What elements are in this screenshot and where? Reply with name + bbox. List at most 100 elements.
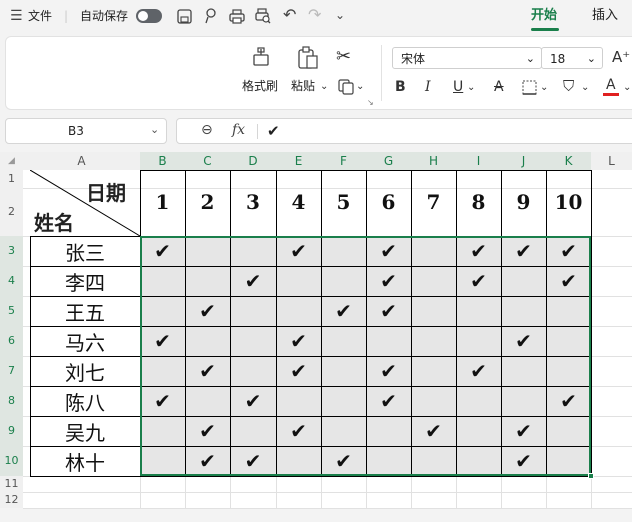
column-header-G[interactable]: G xyxy=(366,152,411,170)
person-name[interactable]: 吴九 xyxy=(30,418,140,448)
column-header-F[interactable]: F xyxy=(321,152,366,170)
table-border-horizontal xyxy=(140,170,591,171)
redo-icon[interactable]: ↷ xyxy=(308,7,321,23)
bold-icon[interactable]: B xyxy=(395,79,406,95)
header-date-label: 日期 xyxy=(86,181,126,205)
row-header-4[interactable]: 4 xyxy=(0,266,23,296)
menu-bar: ☰ 文件 | 自动保存 ↶ ↷ ⌄ 开始 插入 xyxy=(0,0,632,34)
person-name[interactable]: 张三 xyxy=(30,238,140,268)
formula-divider xyxy=(257,124,258,139)
table-border-vertical xyxy=(591,170,592,476)
chevron-down-icon: ⌄ xyxy=(586,52,596,65)
font-color-dropdown-icon[interactable]: ⌄ xyxy=(623,80,631,96)
date-number[interactable]: 2 xyxy=(185,190,230,214)
paste-dropdown-icon[interactable]: ⌄ xyxy=(320,79,328,95)
tab-home[interactable]: 开始 xyxy=(531,8,557,24)
row-header-9[interactable]: 9 xyxy=(0,416,23,446)
undo-icon[interactable]: ↶ xyxy=(283,7,296,23)
copy-icon[interactable] xyxy=(338,79,354,95)
column-header-K[interactable]: K xyxy=(546,152,591,170)
fill-handle[interactable] xyxy=(588,473,594,479)
gridline-horizontal xyxy=(23,492,632,493)
person-name[interactable]: 刘七 xyxy=(30,358,140,388)
paste-icon[interactable] xyxy=(297,46,319,70)
font-size-select[interactable]: 18 ⌄ xyxy=(541,47,603,69)
underline-dropdown-icon[interactable]: ⌄ xyxy=(467,80,475,96)
strikethrough-icon[interactable]: A xyxy=(494,79,504,95)
copy-dropdown-icon[interactable]: ⌄ xyxy=(356,79,364,95)
column-header-H[interactable]: H xyxy=(411,152,456,170)
row-header-2[interactable]: 2 xyxy=(0,188,23,236)
date-number[interactable]: 1 xyxy=(140,190,185,214)
column-header-I[interactable]: I xyxy=(456,152,501,170)
fill-color-icon[interactable]: ⛉ xyxy=(563,78,574,94)
column-header-E[interactable]: E xyxy=(276,152,321,170)
print-preview-icon[interactable] xyxy=(255,8,271,24)
borders-dropdown-icon[interactable]: ⌄ xyxy=(540,80,548,96)
save-icon[interactable] xyxy=(177,9,192,24)
zoom-formula-icon[interactable]: ⊖ xyxy=(201,122,213,138)
borders-icon[interactable] xyxy=(522,80,538,96)
column-header-D[interactable]: D xyxy=(230,152,276,170)
italic-icon[interactable]: I xyxy=(425,79,431,95)
date-number[interactable]: 7 xyxy=(411,190,456,214)
tab-insert[interactable]: 插入 xyxy=(592,8,618,24)
date-number[interactable]: 8 xyxy=(456,190,501,214)
fx-icon[interactable]: fx xyxy=(232,122,245,138)
column-header-C[interactable]: C xyxy=(185,152,230,170)
date-number[interactable]: 5 xyxy=(321,190,366,214)
row-header-11[interactable]: 11 xyxy=(0,476,23,492)
active-tab-indicator xyxy=(531,28,559,31)
hamburger-menu-icon[interactable]: ☰ xyxy=(10,8,23,24)
person-name[interactable]: 王五 xyxy=(30,298,140,328)
person-name[interactable]: 陈八 xyxy=(30,388,140,418)
paste-button[interactable]: 粘贴 xyxy=(291,79,315,93)
row-header-8[interactable]: 8 xyxy=(0,386,23,416)
increase-font-size-icon[interactable]: A⁺ xyxy=(612,49,630,65)
column-header-B[interactable]: B xyxy=(140,152,185,170)
column-header-A[interactable]: A xyxy=(23,152,140,170)
row-header-10[interactable]: 10 xyxy=(0,446,23,476)
print-icon[interactable] xyxy=(229,9,245,24)
chevron-down-icon[interactable]: ⌄ xyxy=(335,7,345,23)
format-painter-button[interactable]: 格式刷 xyxy=(242,79,278,93)
cell-reference: B3 xyxy=(68,124,84,138)
clipboard-launcher-icon[interactable]: ↘ xyxy=(367,95,374,111)
date-number[interactable]: 10 xyxy=(546,190,591,214)
row-header-12[interactable]: 12 xyxy=(0,492,23,508)
chevron-down-icon: ⌄ xyxy=(525,52,535,65)
row-header-5[interactable]: 5 xyxy=(0,296,23,326)
font-name-value: 宋体 xyxy=(401,52,426,66)
select-all-corner[interactable]: ◢ xyxy=(0,152,23,170)
row-header-6[interactable]: 6 xyxy=(0,326,23,356)
person-name[interactable]: 李四 xyxy=(30,268,140,298)
underline-icon[interactable]: U xyxy=(453,79,463,95)
ribbon-toolbar: 格式刷 粘贴 ⌄ ✂ ⌄ ↘ 宋体 ⌄ 18 ⌄ A⁺ B I U ⌄ A ⌄ … xyxy=(5,36,632,110)
export-icon[interactable] xyxy=(203,8,218,24)
chevron-down-icon[interactable]: ⌄ xyxy=(150,123,159,136)
row-header-3[interactable]: 3 xyxy=(0,236,23,266)
file-menu[interactable]: 文件 xyxy=(28,8,52,24)
date-number[interactable]: 3 xyxy=(230,190,276,214)
date-number[interactable]: 4 xyxy=(276,190,321,214)
format-painter-icon[interactable] xyxy=(250,47,272,69)
formula-bar[interactable]: ⊖ fx ✔ xyxy=(176,118,632,144)
formula-content[interactable]: ✔ xyxy=(267,122,280,140)
date-number[interactable]: 9 xyxy=(501,190,546,214)
font-name-select[interactable]: 宋体 ⌄ xyxy=(392,47,542,69)
person-name[interactable]: 林十 xyxy=(30,448,140,478)
fill-color-dropdown-icon[interactable]: ⌄ xyxy=(581,80,589,96)
font-size-value: 18 xyxy=(550,52,566,66)
autosave-toggle[interactable] xyxy=(136,9,162,23)
person-name[interactable]: 马六 xyxy=(30,328,140,358)
font-color-icon[interactable]: A xyxy=(606,77,616,93)
spreadsheet-grid: ◢ ABCDEFGHIJKL 1 2 3 4 5 6 7 8 9 10 11 12 日期 姓名 1 2 3 4 5… xyxy=(0,152,632,522)
scissors-icon[interactable]: ✂ xyxy=(336,48,351,66)
date-number[interactable]: 6 xyxy=(366,190,411,214)
header-name-label: 姓名 xyxy=(34,211,74,235)
column-header-J[interactable]: J xyxy=(501,152,546,170)
row-header-7[interactable]: 7 xyxy=(0,356,23,386)
row-header-1[interactable]: 1 xyxy=(0,170,23,188)
column-header-L[interactable]: L xyxy=(591,152,632,170)
name-box[interactable]: B3 ⌄ xyxy=(5,118,167,144)
